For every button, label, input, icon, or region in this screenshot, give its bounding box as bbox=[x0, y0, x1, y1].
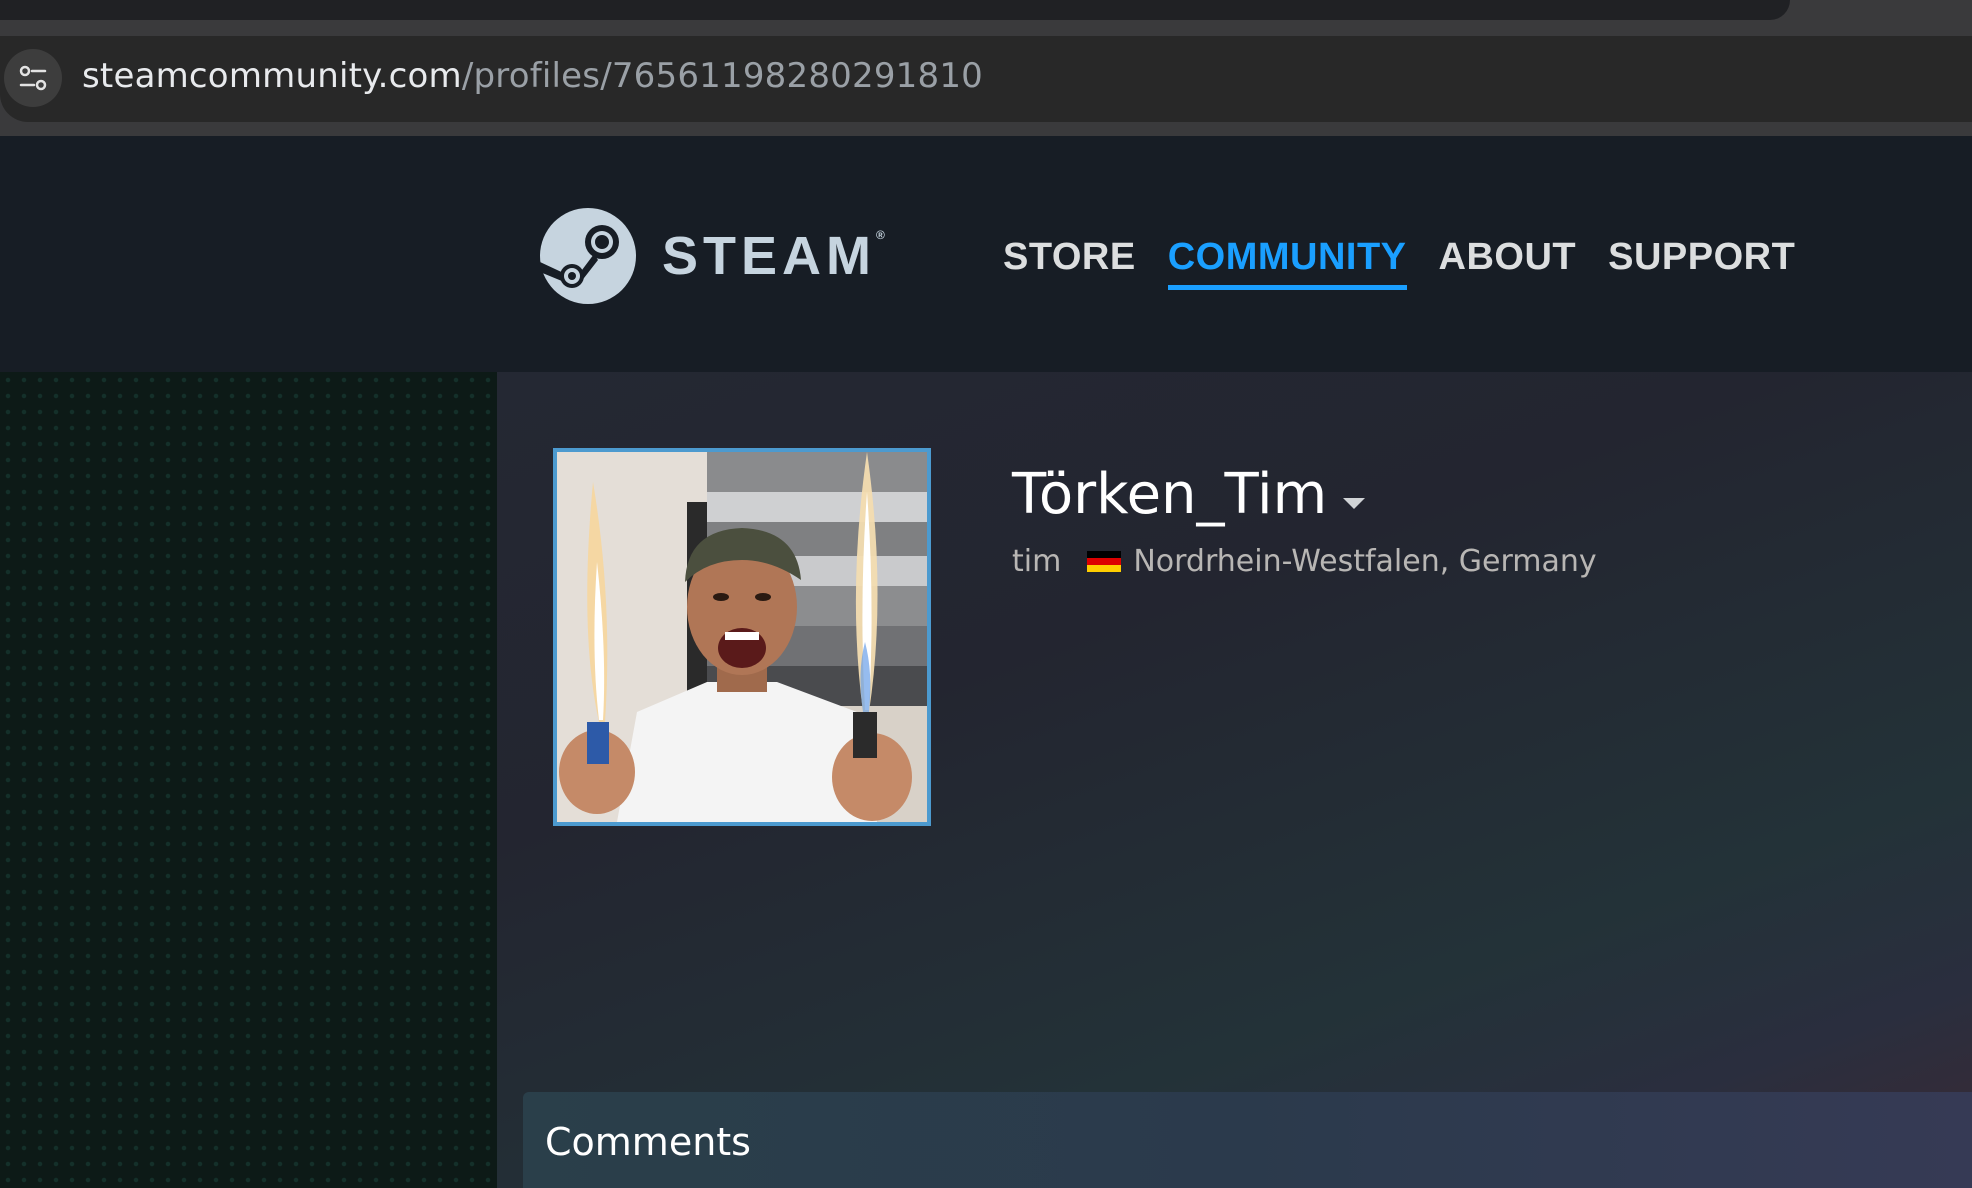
avatar[interactable] bbox=[553, 448, 931, 826]
url-host: steamcommunity.com bbox=[82, 56, 462, 96]
persona-row: Törken_Tim bbox=[1012, 462, 1366, 527]
location: Nordrhein-Westfalen, Germany bbox=[1133, 544, 1597, 579]
realname-location-row: tim Nordrhein-Westfalen, Germany bbox=[1012, 544, 1597, 579]
comments-title: Comments bbox=[545, 1120, 751, 1164]
nav-support[interactable]: SUPPORT bbox=[1608, 236, 1795, 290]
browser-active-tab[interactable] bbox=[0, 0, 1790, 20]
comments-panel: Comments bbox=[523, 1092, 1972, 1188]
nav-store[interactable]: STORE bbox=[1003, 236, 1136, 290]
profile-background-pattern bbox=[0, 372, 497, 1188]
steam-wordmark-text: STEAM bbox=[662, 226, 876, 286]
steam-wordmark: STEAM® bbox=[662, 225, 885, 287]
germany-flag-icon bbox=[1087, 550, 1122, 573]
nav-about[interactable]: ABOUT bbox=[1439, 236, 1577, 290]
avatar-image bbox=[557, 452, 927, 822]
persona-dropdown-caret-icon[interactable] bbox=[1343, 498, 1366, 509]
nav-community[interactable]: COMMUNITY bbox=[1167, 236, 1407, 290]
browser-tabstrip bbox=[0, 0, 1972, 38]
url-path: /profiles/76561198280291810 bbox=[461, 56, 983, 96]
main-nav: STORE COMMUNITY ABOUT SUPPORT bbox=[1003, 236, 1827, 290]
real-name: tim bbox=[1012, 544, 1062, 579]
persona-name: Törken_Tim bbox=[1012, 462, 1328, 527]
steam-logo[interactable]: STEAM® bbox=[538, 206, 885, 306]
address-bar[interactable]: steamcommunity.com/profiles/765611982802… bbox=[0, 36, 1972, 122]
url-text[interactable]: steamcommunity.com/profiles/765611982802… bbox=[82, 56, 983, 96]
browser-toolbar: steamcommunity.com/profiles/765611982802… bbox=[0, 36, 1972, 136]
site-settings-icon[interactable] bbox=[4, 49, 62, 107]
steam-logo-icon bbox=[540, 208, 636, 304]
steam-header: STEAM® STORE COMMUNITY ABOUT SUPPORT bbox=[0, 136, 1972, 372]
registered-mark: ® bbox=[876, 228, 885, 242]
profile-page: Törken_Tim tim Nordrhein-Westfalen, Germ… bbox=[0, 372, 1972, 1188]
